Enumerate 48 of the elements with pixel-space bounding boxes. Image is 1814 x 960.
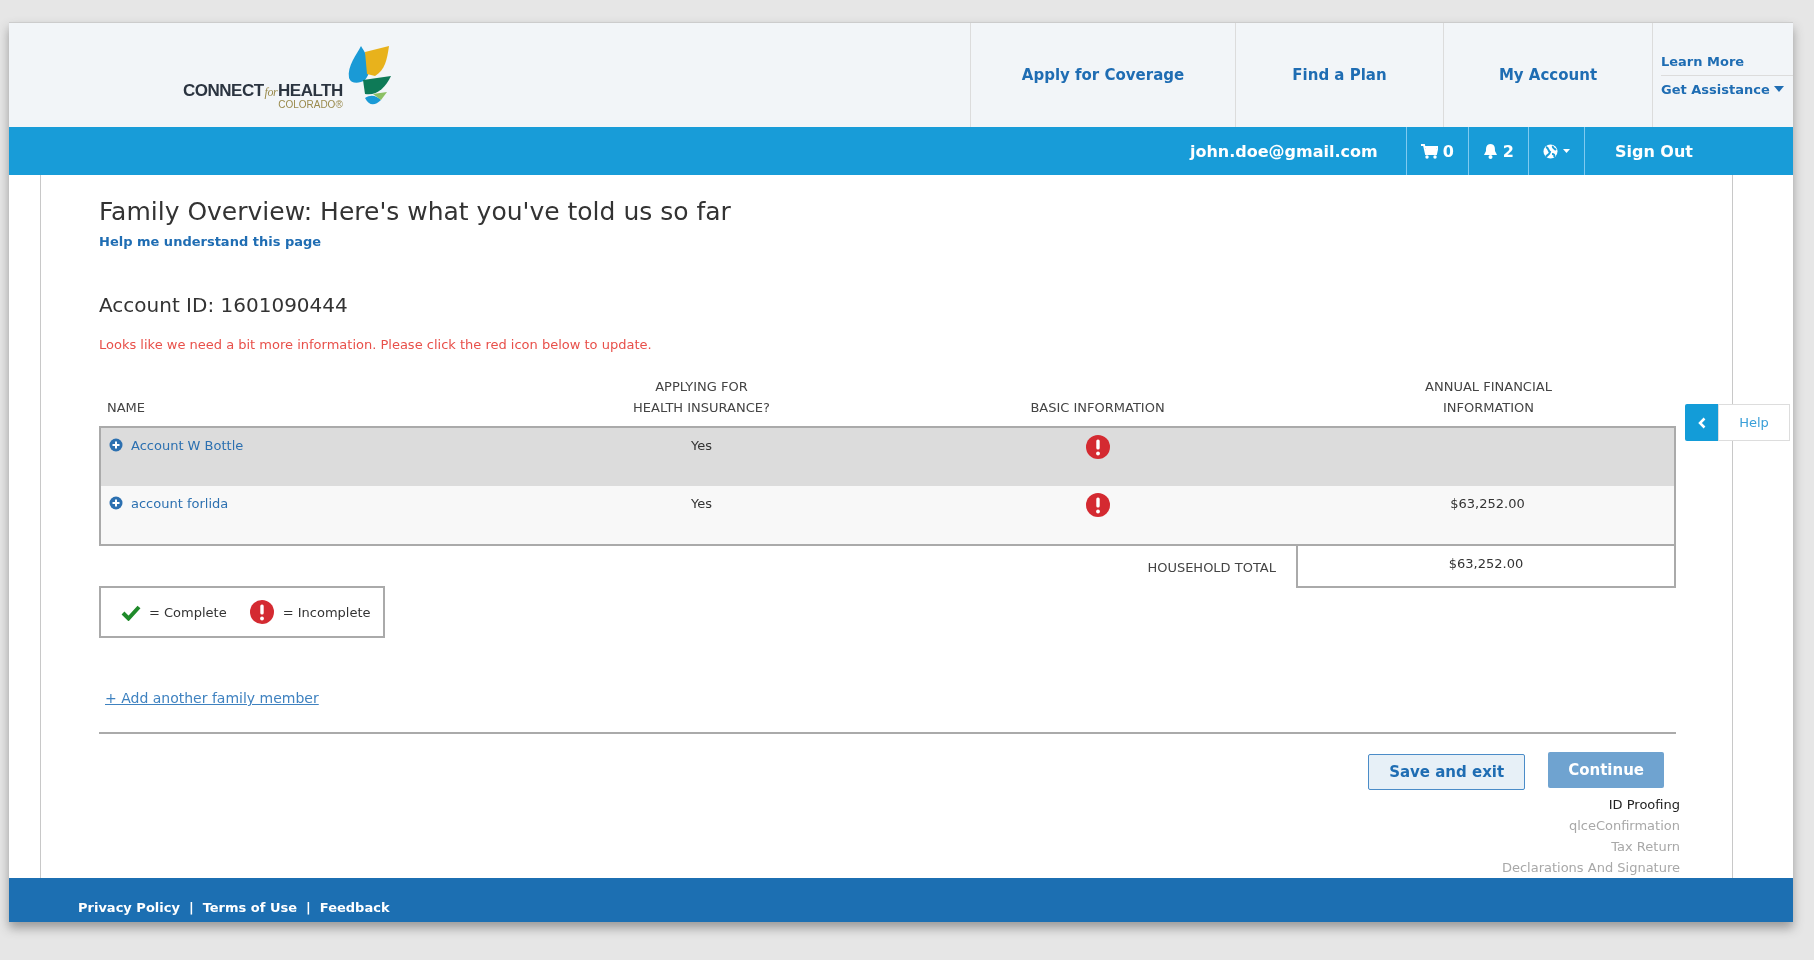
- legend-label: = Incomplete: [282, 604, 371, 620]
- email-link[interactable]: john.doe@gmail.com: [1175, 127, 1406, 175]
- logo-word: HEALTH: [278, 81, 343, 100]
- caret-icon: [1773, 86, 1784, 92]
- notifications-button[interactable]: 2: [1467, 127, 1528, 175]
- footer-link[interactable]: Feedback: [319, 900, 390, 915]
- total-value: $63,252.00: [1296, 546, 1676, 588]
- plus-circle-icon: [109, 438, 123, 452]
- step-label: qlceConfirmation: [1568, 817, 1680, 835]
- alert-message: Looks like we need a bit more information. Please click the red icon below to update.: [99, 337, 653, 352]
- footer-link[interactable]: Terms of Use: [202, 900, 298, 915]
- nav-link[interactable]: Get Assistance: [1661, 74, 1793, 103]
- logo-subtitle: COLORADO®: [278, 99, 343, 110]
- plus-circle-icon: [109, 496, 123, 510]
- cart-button[interactable]: 0: [1405, 127, 1468, 175]
- separator: |: [306, 900, 311, 915]
- column-header: NAME: [106, 399, 147, 417]
- legend-label: = Complete: [149, 604, 227, 620]
- footer-link[interactable]: Privacy Policy: [78, 900, 180, 915]
- page-title: Family Overview: Here's what you've told us so far: [99, 197, 732, 226]
- add-member-link[interactable]: + Add another family member: [105, 690, 319, 706]
- caret-icon: [1562, 149, 1570, 153]
- step-label: Tax Return: [1611, 838, 1680, 856]
- member-link[interactable]: Account W Bottle: [131, 438, 244, 453]
- column-header: ANNUAL FINANCIAL INFORMATION: [1424, 378, 1553, 417]
- collapse-button[interactable]: [1685, 404, 1718, 441]
- nav-link[interactable]: Learn More: [1661, 47, 1793, 75]
- globe-icon: [1542, 143, 1558, 159]
- total-label: HOUSEHOLD TOTAL: [1147, 559, 1277, 577]
- table-cell-text: Yes: [690, 495, 713, 513]
- help-link[interactable]: Help me understand this page: [99, 234, 322, 249]
- logo-word: CONNECT: [183, 81, 264, 101]
- step-label: ID Proofing: [1608, 796, 1680, 814]
- table-cell: $63,252.00: [1450, 496, 1525, 511]
- bell-icon: [1482, 143, 1498, 159]
- column-header: BASIC INFORMATION: [1029, 399, 1166, 417]
- cart-icon: [1420, 143, 1438, 159]
- sign-out-link[interactable]: Sign Out: [1583, 127, 1735, 175]
- step-label: Declarations And Signature: [1501, 859, 1680, 877]
- column-header: APPLYING FOR HEALTH INSURANCE?: [632, 378, 771, 417]
- table-cell-text: Yes: [690, 437, 713, 455]
- account-id: Account ID: 1601090444: [99, 293, 349, 317]
- member-link[interactable]: account forlida: [131, 496, 229, 511]
- save-button[interactable]: Save and exit: [1368, 754, 1526, 790]
- help-tab[interactable]: Help: [1718, 404, 1790, 441]
- separator: |: [188, 900, 194, 915]
- chevron-left-icon: [1697, 416, 1706, 429]
- logo-word: for: [264, 85, 278, 100]
